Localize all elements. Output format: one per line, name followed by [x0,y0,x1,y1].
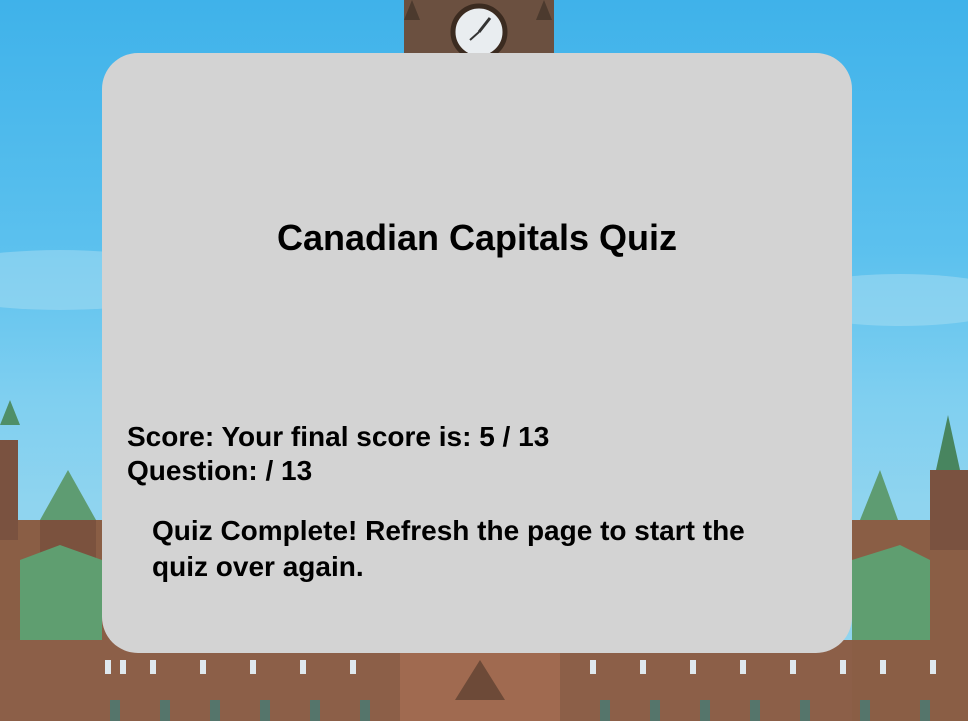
quiz-card: Canadian Capitals Quiz Score: Your final… [102,53,852,653]
score-label: Score: [127,421,215,452]
score-line: Score: Your final score is: 5 / 13 [127,420,549,454]
question-value: / 13 [265,455,313,486]
question-line: Question: / 13 [127,454,549,488]
score-value: Your final score is: 5 / 13 [221,421,550,452]
question-label: Question: [127,455,258,486]
quiz-stats: Score: Your final score is: 5 / 13 Quest… [127,420,549,488]
completion-message: Quiz Complete! Refresh the page to start… [152,515,745,582]
page-title: Canadian Capitals Quiz [276,217,678,258]
